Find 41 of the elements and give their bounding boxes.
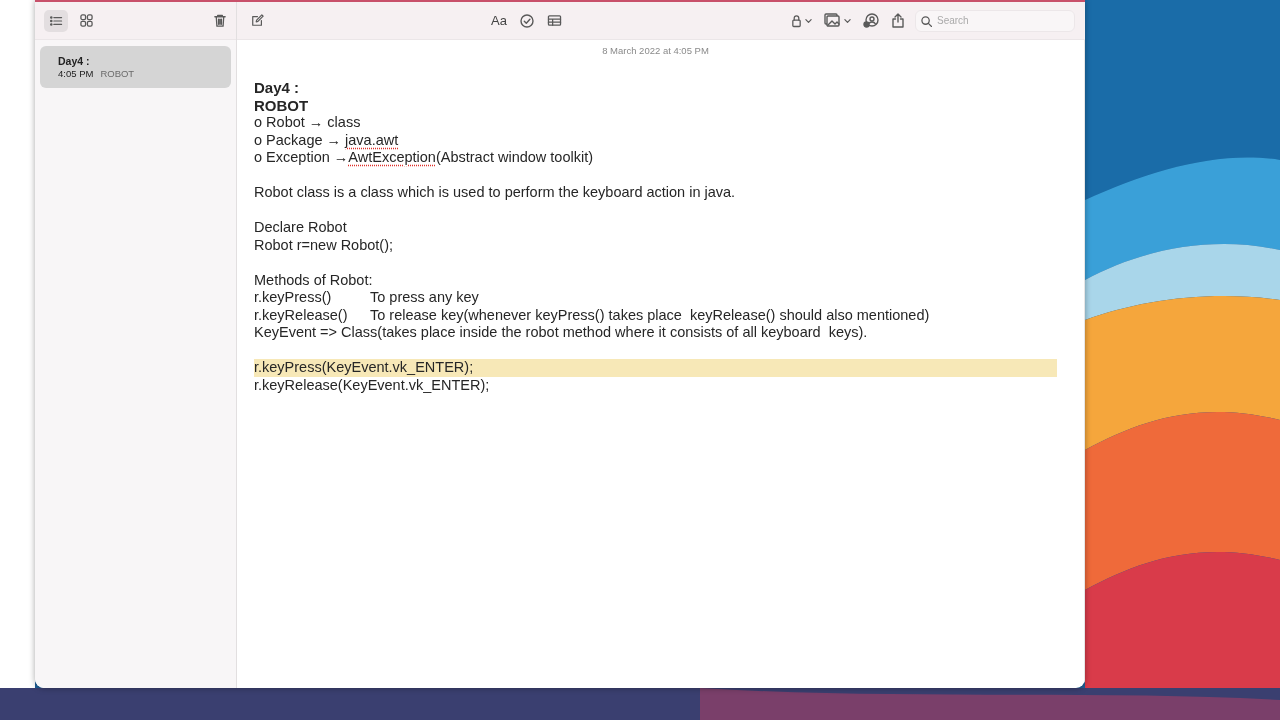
list-view-icon xyxy=(49,14,63,27)
chevron-down-icon xyxy=(844,17,851,24)
photo-icon xyxy=(824,13,841,28)
note-text: o Package → java.awt xyxy=(254,131,400,149)
method-description: To release key(whenever keyPress() takes place keyRelease() should also mentioned) xyxy=(370,306,930,324)
checklist-icon[interactable] xyxy=(519,13,534,28)
lock-menu-button[interactable] xyxy=(791,13,812,28)
list-view-button[interactable] xyxy=(44,9,68,32)
trash-icon[interactable] xyxy=(213,13,227,28)
chevron-down-icon xyxy=(805,17,812,24)
note-text: Robot r=new Robot(); xyxy=(254,236,395,254)
note-text: Methods of Robot: xyxy=(254,271,374,289)
note-text: r.keyPress(KeyEvent.vk_ENTER); xyxy=(254,359,1057,377)
note-text: o Exception →AwtException(Abstract window toolkit) xyxy=(254,149,595,167)
note-heading: Day4 : xyxy=(254,79,301,97)
note-text: KeyEvent => Class(takes place inside the robot method where it consists of all keyboard keys). xyxy=(254,324,869,342)
note-text: Robot class is a class which is used to perform the keyboard action in java. xyxy=(254,184,737,202)
note-title: Day4 : xyxy=(58,55,91,67)
note-date: 8 March 2022 at 4:05 PM xyxy=(602,45,709,56)
compose-icon[interactable] xyxy=(251,14,264,27)
note-text: r.keyRelease(KeyEvent.vk_ENTER); xyxy=(254,376,491,394)
grid-view-icon xyxy=(79,14,93,27)
method-name: r.keyRelease() xyxy=(254,306,348,324)
search-icon xyxy=(921,15,932,27)
note-list-item[interactable]: Day4 : 4:05 PM ROBOT xyxy=(40,46,231,88)
note-heading: ROBOT xyxy=(254,96,310,114)
note-text: Declare Robot xyxy=(254,219,348,237)
media-menu-button[interactable] xyxy=(824,13,851,28)
lock-icon xyxy=(791,13,802,28)
share-icon[interactable] xyxy=(891,13,905,28)
table-icon[interactable] xyxy=(546,14,562,27)
format-button[interactable]: Aa xyxy=(491,13,507,28)
misspelled-word: AwtException xyxy=(348,149,436,165)
note-text: o Robot → class xyxy=(254,114,362,132)
method-name: r.keyPress() xyxy=(254,289,332,307)
search-field[interactable]: Search xyxy=(915,9,1075,32)
collaborate-icon[interactable] xyxy=(863,13,879,28)
method-description: To press any key xyxy=(370,289,479,307)
note-time: 4:05 PM xyxy=(58,68,94,79)
note-preview: ROBOT xyxy=(100,68,135,79)
misspelled-word: java.awt xyxy=(345,131,399,148)
